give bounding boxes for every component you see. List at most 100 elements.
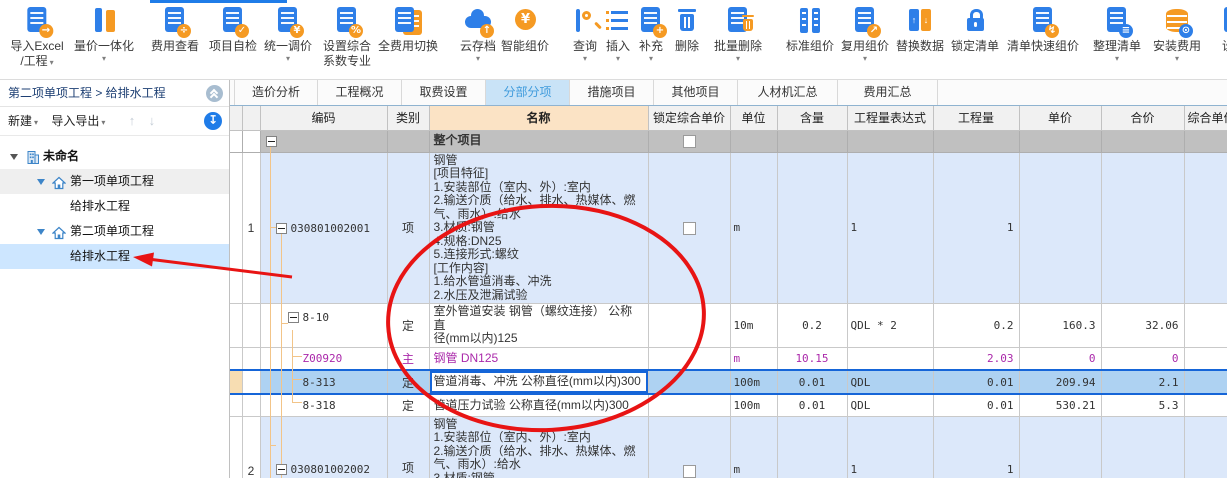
toolbar-item-project-self-check[interactable]: ✓ 项目自检 (209, 5, 257, 54)
header-expression[interactable]: 工程量表达式 (847, 106, 934, 131)
table-row-8-10[interactable]: 8-10 定 室外管道安装 钢管（螺纹连接） 公称直 径(mm以内)125 10… (230, 303, 1227, 348)
dropdown-caret: ▾ (582, 54, 587, 63)
tab-cost-analysis[interactable]: 造价分析 (234, 80, 318, 105)
toolbar-item-supplement[interactable]: + 补充 ▾ (635, 5, 667, 63)
tab-fee-settings[interactable]: 取费设置 (402, 80, 486, 105)
lock-checkbox[interactable] (682, 465, 696, 478)
tree-item-plumbing-2-selected[interactable]: 给排水工程 (0, 244, 229, 269)
toolbar-item-import-excel[interactable]: → 导入Excel /工程 ▾ (10, 5, 64, 70)
dropdown-caret: ▾ (1174, 54, 1180, 63)
toolbar-item-batch-delete[interactable]: 批量删除 ▾ (714, 5, 762, 63)
table-row-item-2[interactable]: 2 030801002002 项 钢管 1.安装部位（室内、外）:室内 2.输送… (230, 416, 1227, 478)
tab-fee-summary[interactable]: 费用汇总 (838, 80, 938, 105)
table-row-8-318[interactable]: 8-318 定 管道压力试验 公称直径(mm以内)300 100m 0.01 Q… (230, 394, 1227, 417)
move-down-button[interactable]: ↓ (149, 113, 156, 128)
toolbar-item-unified-price-adjust[interactable]: ¥ 统一调价 ▾ (264, 5, 312, 63)
row-indicator-current[interactable] (230, 369, 243, 395)
header-code[interactable]: 编码 (260, 106, 388, 131)
expand-arrow-icon[interactable] (37, 179, 45, 185)
dropdown-caret: ▾ (49, 58, 54, 67)
dropdown-caret: ▾ (862, 54, 868, 63)
set-composite-coefficient-icon: % (331, 5, 363, 38)
row-indicator[interactable] (230, 152, 243, 304)
import-export-button[interactable]: 导入导出 (51, 114, 99, 128)
full-fee-switch-icon (392, 5, 424, 36)
toolbar-item-clipped[interactable]: 设置 (1218, 5, 1227, 54)
toolbar-item-lock-bill[interactable]: 锁定清单 (951, 5, 999, 54)
toolbar-item-smart-pricing[interactable]: ¥ 智能组价 (501, 5, 549, 54)
table-row-z00920[interactable]: Z00920 主 钢管 DN125 m 10.15 2.03 0 0 (230, 347, 1227, 371)
toolbar-item-insert[interactable]: 插入 ▾ (602, 5, 634, 63)
header-total[interactable]: 合价 (1101, 106, 1185, 131)
tree-item-project-root[interactable]: 未命名 (0, 144, 229, 169)
table-row-item-1[interactable]: 1 030801002001 项 钢管 [项目特征] 1.安装部位（室内、外）:… (230, 152, 1227, 304)
row-indicator[interactable] (230, 130, 243, 153)
tree-item-unit-project-1[interactable]: 第一项单项工程 (0, 169, 229, 194)
expand-arrow-icon[interactable] (10, 154, 18, 160)
collapse-box[interactable] (275, 464, 287, 476)
expand-download-button[interactable]: ↧ (204, 112, 222, 130)
header-unit[interactable]: 单位 (730, 106, 778, 131)
header-lock[interactable]: 锁定综合单价 (648, 106, 731, 131)
toolbar-item-fee-view[interactable]: ÷ 费用查看 (151, 5, 199, 54)
table-header-row: 编码 类别 名称 锁定综合单价 单位 含量 工程量表达式 工程量 单价 合价 综… (230, 106, 1227, 131)
toolbar-item-quick-bill-pricing[interactable]: ↯ 清单快速组价 (1007, 5, 1079, 54)
toolbar-item-replace-data[interactable]: ↑ ↓ 替换数据 (896, 5, 944, 54)
name-cell-editor[interactable]: 管道消毒、冲洗 公称直径(mm以内)300 (429, 369, 649, 395)
bill-table: 编码 类别 名称 锁定综合单价 单位 含量 工程量表达式 工程量 单价 合价 综… (230, 106, 1227, 478)
header-combined-price[interactable]: 综合单价 (1184, 106, 1227, 131)
toolbar-item-query[interactable]: 查询 ▾ (569, 5, 601, 63)
tab-project-overview[interactable]: 工程概况 (318, 80, 402, 105)
tab-measure-items[interactable]: 措施项目 (570, 80, 654, 105)
tab-divisional-items[interactable]: 分部分项 (486, 80, 570, 105)
header-content[interactable]: 含量 (777, 106, 848, 131)
tab-other-items[interactable]: 其他项目 (654, 80, 738, 105)
row-indicator[interactable] (230, 303, 243, 348)
row-indicator[interactable] (230, 347, 243, 371)
tree-item-unit-project-2[interactable]: 第二项单项工程 (0, 219, 229, 244)
breadcrumb: 第二项单项工程 > 给排水工程 (0, 80, 229, 107)
collapse-box[interactable] (265, 136, 277, 148)
new-button[interactable]: 新建 (8, 114, 32, 128)
lock-icon (959, 5, 991, 36)
collapse-box[interactable] (287, 312, 299, 324)
header-name[interactable]: 名称 (429, 106, 649, 131)
replace-data-icon: ↑ ↓ (904, 5, 936, 36)
header-type[interactable]: 类别 (387, 106, 430, 131)
query-search-icon (569, 5, 601, 36)
move-up-button[interactable]: ↑ (129, 113, 136, 128)
dropdown-caret: ▾ (735, 54, 741, 63)
reuse-pricing-icon: ↗ (849, 5, 881, 38)
toolbar-item-standard-pricing[interactable]: 标准组价 (786, 5, 834, 54)
toolbar-item-install-fee[interactable]: ⊙ 安装费用 ▾ (1153, 5, 1201, 63)
expand-arrow-icon[interactable] (37, 229, 45, 235)
tree-connector-line (281, 234, 282, 478)
toolbar-item-delete[interactable]: 删除 (671, 5, 703, 54)
collapse-sidebar-button[interactable] (206, 85, 223, 102)
dropdown-caret: ▾ (34, 118, 39, 127)
tree-connector-line (270, 146, 271, 478)
dropdown-caret: ▾ (1114, 54, 1120, 63)
toolbar-item-quantity-price-integration[interactable]: 量价一体化 ▾ (74, 5, 134, 63)
tree-item-plumbing-1[interactable]: 给排水工程 (0, 194, 229, 219)
collapse-box[interactable] (275, 223, 287, 235)
table-row-8-313-selected[interactable]: 8-313 定 管道消毒、冲洗 公称直径(mm以内)300 100m 0.01 … (230, 369, 1227, 395)
lock-checkbox[interactable] (682, 135, 696, 149)
row-indicator[interactable] (230, 416, 243, 478)
toolbar-item-reuse-pricing[interactable]: ↗ 复用组价 ▾ (841, 5, 889, 63)
delete-trash-icon (671, 5, 703, 36)
header-quantity[interactable]: 工程量 (933, 106, 1020, 131)
tidy-bill-icon: ≡ (1101, 5, 1133, 38)
toolbar-item-full-fee-switch[interactable]: 全费用切换 (378, 5, 438, 54)
import-excel-icon: → (21, 5, 53, 38)
tab-labor-material-machine-summary[interactable]: 人材机汇总 (738, 80, 838, 105)
row-indicator[interactable] (230, 394, 243, 417)
tree-connector-line (292, 379, 302, 380)
install-fee-database-icon: ⊙ (1161, 5, 1193, 38)
header-unit-price[interactable]: 单价 (1019, 106, 1102, 131)
toolbar-item-tidy-bill[interactable]: ≡ 整理清单 ▾ (1093, 5, 1141, 63)
table-row-whole-project[interactable]: 整个项目 (230, 130, 1227, 153)
lock-checkbox[interactable] (682, 221, 696, 235)
toolbar-item-cloud-archive[interactable]: ↑ 云存档 ▾ (460, 5, 496, 63)
toolbar-item-set-composite-coefficient[interactable]: % 设置综合 系数专业 (323, 5, 371, 69)
